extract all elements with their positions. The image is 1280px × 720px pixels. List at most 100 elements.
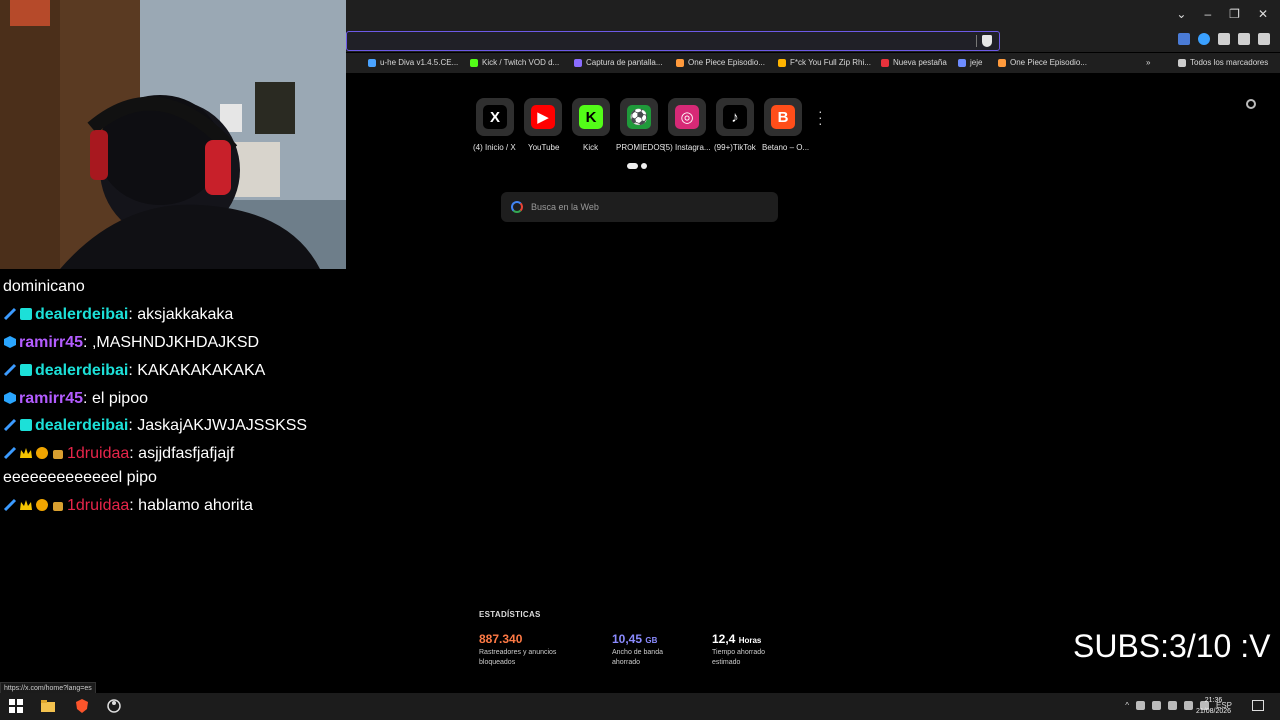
chat-message: dominicano: [3, 278, 85, 296]
address-bar-separator: [976, 35, 977, 47]
media-icon[interactable]: [1238, 33, 1250, 45]
bookmark-label: jeje: [970, 58, 983, 67]
google-icon: [511, 201, 523, 213]
coin-badge-icon: [35, 446, 49, 460]
bookmark-favicon-icon: [881, 58, 889, 67]
bookmark-label: F*ck You Full Zip Rhi...: [790, 58, 871, 67]
windows-start-icon[interactable]: [9, 699, 23, 713]
chat-text: JaskajAKJWJAJSSKSS: [137, 417, 308, 434]
chat-username: ramirr45: [19, 334, 84, 351]
bookmark-item[interactable]: F*ck You Full Zip Rhi...: [778, 58, 871, 67]
speaker-icon[interactable]: [1135, 701, 1145, 710]
folder-icon: [1178, 58, 1186, 67]
puzzle-icon[interactable]: [1218, 33, 1230, 45]
maximize-button[interactable]: ❐: [1229, 7, 1240, 21]
bookmarks-overflow-chevron-icon[interactable]: »: [1146, 58, 1150, 67]
bookmark-label: Todos los marcadores: [1190, 58, 1269, 67]
time-saved-value: 12,4 Horas: [712, 632, 761, 646]
all-bookmarks-folder[interactable]: Todos los marcadores: [1178, 58, 1268, 67]
bookmark-label: u-he Diva v1.4.5.CE...: [380, 58, 459, 67]
tray-chevron-icon[interactable]: ^: [1125, 701, 1129, 710]
subscriber-badge-icon: [19, 418, 33, 432]
shortcut-label: (5) Instagra...: [663, 143, 711, 152]
extension-icon[interactable]: [1198, 33, 1210, 45]
bookmark-label: Nueva pestaña: [893, 58, 947, 67]
address-bar[interactable]: [346, 31, 1000, 51]
pager-dot-active[interactable]: [627, 163, 638, 169]
minimize-button[interactable]: –: [1204, 7, 1211, 21]
shortcuts-pager: [627, 163, 647, 169]
bookmark-item[interactable]: u-he Diva v1.4.5.CE...: [368, 58, 458, 67]
tab-search-chevron-icon[interactable]: ⌄: [1176, 7, 1186, 21]
crown-badge-icon: [19, 498, 33, 512]
shortcut-tile[interactable]: ◎: [668, 98, 706, 136]
bookmark-item[interactable]: One Piece Episodio...: [998, 58, 1087, 67]
shortcut-label: (99+)TikTok: [714, 143, 756, 152]
webcam-overlay: [0, 0, 346, 269]
bookmark-label: One Piece Episodio...: [1010, 58, 1087, 67]
bookmark-item[interactable]: jeje: [958, 58, 982, 67]
bandwidth-saved-caption: Ancho de banda ahorrado: [612, 649, 663, 666]
taskbar-clock[interactable]: 21:36 21/08/2026: [1196, 695, 1231, 717]
close-window-button[interactable]: ✕: [1258, 7, 1268, 21]
bookmark-item[interactable]: Kick / Twitch VOD d...: [470, 58, 559, 67]
time-saved-caption: Tiempo ahorrado estimado: [712, 649, 766, 666]
promiedos-icon: ⚽: [627, 105, 651, 129]
bookmark-label: Captura de pantalla...: [586, 58, 663, 67]
bookmark-favicon-icon: [574, 58, 582, 67]
gear-icon[interactable]: [1246, 99, 1256, 109]
obs-icon[interactable]: [107, 699, 121, 713]
bandwidth-unit: GB: [645, 636, 658, 645]
shortcut-tile[interactable]: ⚽: [620, 98, 658, 136]
web-search-box[interactable]: Busca en la Web: [501, 192, 778, 222]
shortcut-label: YouTube: [528, 143, 560, 152]
menu-icon[interactable]: [1258, 33, 1270, 45]
shortcut-tile[interactable]: B: [764, 98, 802, 136]
chat-message: dealerdeibai: JaskajAKJWJAJSSKSS: [3, 417, 307, 435]
network-icon[interactable]: [1183, 701, 1193, 710]
webcam-feed: [0, 0, 346, 269]
brave-browser-icon[interactable]: [75, 699, 89, 713]
pager-dot[interactable]: [641, 163, 647, 169]
time-number: 12,4: [712, 632, 736, 646]
time-unit: Horas: [738, 636, 762, 645]
trackers-blocked-caption: Rastreadores y anuncios bloqueados: [479, 649, 557, 666]
tiktok-icon: ♪: [723, 105, 747, 129]
chat-username: dealerdeibai: [35, 362, 129, 379]
chat-text: KAKAKAKAKAKA: [137, 362, 266, 379]
shortcut-tile[interactable]: ♪: [716, 98, 754, 136]
chat-username: 1druidaa: [67, 497, 130, 514]
x-logo-icon: X: [483, 105, 507, 129]
chat-username: dealerdeibai: [35, 306, 129, 323]
more-shortcuts-icon[interactable]: · · ·: [818, 104, 823, 130]
chat-message: ramirr45: el pipoo: [3, 390, 148, 408]
bookmarks-bar: u-he Diva v1.4.5.CE... Kick / Twitch VOD…: [346, 53, 1280, 73]
bag-badge-icon: [51, 498, 65, 512]
shortcut-tile[interactable]: ▶: [524, 98, 562, 136]
cube-badge-icon: [3, 335, 17, 349]
shortcut-tile[interactable]: X: [476, 98, 514, 136]
extension-icons: [1178, 33, 1270, 45]
stats-title: ESTADÍSTICAS: [479, 610, 541, 619]
bookmark-item[interactable]: Captura de pantalla...: [574, 58, 663, 67]
translate-extension-icon[interactable]: [1178, 33, 1190, 45]
taskbar: ^ ESP: [0, 693, 1280, 720]
microphone-icon[interactable]: [1167, 701, 1177, 710]
bookmark-item[interactable]: Nueva pestaña: [881, 58, 947, 67]
clock-time: 21:36: [1204, 697, 1223, 704]
bookmark-favicon-icon: [998, 58, 1006, 67]
app-tray-icon[interactable]: [1151, 701, 1161, 710]
sword-badge-icon: [3, 418, 17, 432]
youtube-icon: ▶: [531, 105, 555, 129]
bag-badge-icon: [51, 446, 65, 460]
bookmark-item[interactable]: One Piece Episodio...: [676, 58, 765, 67]
chat-message: dealerdeibai: aksjakkakaka: [3, 306, 233, 324]
chat-username: 1druidaa: [67, 445, 130, 462]
brave-shields-icon[interactable]: [982, 35, 992, 47]
chat-message: 1druidaa: asjjdfasfjafjajf: [3, 445, 234, 463]
notification-icon[interactable]: [1252, 700, 1264, 711]
file-explorer-icon[interactable]: [41, 699, 55, 713]
window-controls: ⌄ – ❐ ✕: [1176, 0, 1280, 28]
chat-text: asjjdfasfjafjajf: [138, 445, 235, 462]
shortcut-tile[interactable]: K: [572, 98, 610, 136]
